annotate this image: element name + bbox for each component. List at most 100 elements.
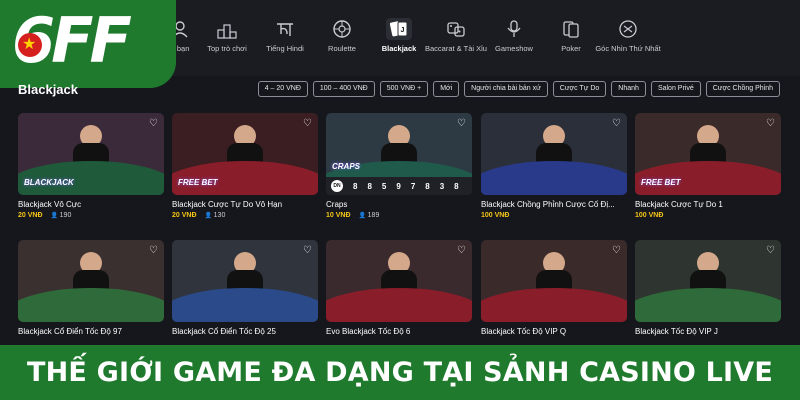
game-meta: 20 VNĐ 👤 190 <box>18 212 164 219</box>
game-card[interactable]: ♡ Blackjack Tốc Độ VIP J <box>635 240 781 336</box>
cards-icon: J <box>386 18 412 40</box>
game-name: Blackjack Cổ Điển Tốc Độ 97 <box>18 327 122 336</box>
favorite-heart-icon[interactable]: ♡ <box>766 245 775 256</box>
hindi-icon <box>277 23 293 36</box>
nav-item-first-person[interactable]: Góc Nhìn Thứ Nhất <box>593 18 663 53</box>
game-name: Evo Blackjack Tốc Độ 6 <box>326 327 411 336</box>
favorite-heart-icon[interactable]: ♡ <box>303 245 312 256</box>
min-bet: 100 VNĐ <box>635 212 664 219</box>
player-count-value: 130 <box>213 212 226 219</box>
filter-chip-4-20[interactable]: 4 – 20 VNĐ <box>257 81 308 97</box>
game-thumbnail[interactable]: ♡ FREE BET <box>172 113 318 195</box>
filter-chip-free-bet[interactable]: Cược Tự Do <box>552 81 607 97</box>
filter-chip-bet-behind[interactable]: Cược Chồng Phỉnh <box>705 81 780 97</box>
filter-chip-new[interactable]: Mới <box>433 81 460 97</box>
min-bet: 20 VNĐ <box>18 212 43 219</box>
filter-chip-100-400[interactable]: 100 – 400 VNĐ <box>312 81 375 97</box>
filter-chip-fast[interactable]: Nhanh <box>611 81 646 97</box>
game-badge: BLACKJACK <box>24 178 74 187</box>
player-icon: 👤 <box>204 213 214 219</box>
game-card[interactable]: ♡ Blackjack Cổ Điển Tốc Độ 97 <box>18 240 164 336</box>
first-person-icon <box>619 20 637 38</box>
filter-chip-salon-prive[interactable]: Salon Privé <box>650 81 701 97</box>
game-name: Blackjack Cổ Điển Tốc Độ 25 <box>172 327 276 336</box>
favorite-heart-icon[interactable]: ♡ <box>457 245 466 256</box>
game-thumbnail[interactable]: ♡ BLACKJACK <box>18 113 164 195</box>
favorite-heart-icon[interactable]: ♡ <box>149 245 158 256</box>
game-meta: 20 VNĐ 👤 130 <box>172 212 318 219</box>
page-title: Blackjack <box>18 82 78 97</box>
game-badge: CRAPS <box>332 162 361 171</box>
table-felt <box>172 287 318 322</box>
favorite-heart-icon[interactable]: ♡ <box>149 118 158 129</box>
filter-chip-native-dealer[interactable]: Người chia bài bản xứ <box>464 81 548 97</box>
game-meta: 100 VNĐ <box>481 212 627 219</box>
game-thumbnail[interactable]: ♡ <box>481 113 627 195</box>
game-thumbnail[interactable]: ♡ <box>635 240 781 322</box>
game-thumbnail[interactable]: ♡ <box>18 240 164 322</box>
vietnam-flag-icon <box>18 33 42 57</box>
game-name: Blackjack Tốc Độ VIP J <box>635 327 718 336</box>
poker-icon <box>563 21 579 38</box>
player-count-value: 189 <box>367 212 380 219</box>
game-name: Blackjack Cược Tự Do 1 <box>635 200 723 209</box>
dice-result: 8 <box>367 181 372 191</box>
game-thumbnail[interactable]: ♡ <box>172 240 318 322</box>
table-felt <box>635 287 781 322</box>
game-card[interactable]: ♡ BLACKJACK Blackjack Vô Cực 20 VNĐ 👤 190 <box>18 113 164 219</box>
dice-result: 5 <box>381 181 387 191</box>
game-card[interactable]: ♡ Blackjack Chồng Phỉnh Cược Cố Đị... 100 … <box>481 113 627 219</box>
player-count: 👤 189 <box>359 212 380 219</box>
game-badge: FREE BET <box>641 178 681 187</box>
player-count: 👤 190 <box>51 212 72 219</box>
game-card[interactable]: ♡ FREE BET Blackjack Cược Tự Do 1 100 VNĐ <box>635 113 781 219</box>
promo-banner: THẾ GIỚI GAME ĐA DẠNG TẠI SẢNH CASINO LI… <box>0 345 800 400</box>
min-bet: 100 VNĐ <box>481 212 510 219</box>
player-count-value: 190 <box>59 212 72 219</box>
filter-chip-500-plus[interactable]: 500 VNĐ + <box>379 81 429 97</box>
game-meta: 10 VNĐ 👤 189 <box>326 212 472 219</box>
player-icon: 👤 <box>50 213 60 219</box>
table-felt <box>18 287 164 322</box>
game-thumbnail[interactable]: ♡ FREE BET <box>635 113 781 195</box>
game-thumbnail[interactable]: ♡ CRAPS DN 8 8 5 9 7 8 3 8 <box>326 113 472 195</box>
game-thumbnail[interactable]: ♡ <box>326 240 472 322</box>
brand-logo[interactable]: 6FF <box>0 0 176 88</box>
filter-chips: 4 – 20 VNĐ 100 – 400 VNĐ 500 VNĐ + Mới N… <box>257 81 780 97</box>
player-icon: 👤 <box>358 213 368 219</box>
dice-icon <box>447 22 465 37</box>
game-thumbnail[interactable]: ♡ <box>481 240 627 322</box>
dice-result: 3 <box>439 181 445 191</box>
roulette-icon <box>333 20 351 38</box>
favorite-heart-icon[interactable]: ♡ <box>766 118 775 129</box>
table-felt <box>481 287 627 322</box>
game-name: Blackjack Cược Tự Do Vô Hạn <box>172 200 283 209</box>
microphone-icon <box>507 20 521 37</box>
min-bet: 20 VNĐ <box>172 212 197 219</box>
dice-result: 8 <box>353 181 358 191</box>
game-name: Craps <box>326 200 348 209</box>
table-felt <box>481 160 627 195</box>
min-bet: 10 VNĐ <box>326 212 351 219</box>
game-card[interactable]: ♡ Blackjack Tốc Độ VIP Q <box>481 240 627 336</box>
favorite-heart-icon[interactable]: ♡ <box>457 118 466 129</box>
game-card[interactable]: ♡ FREE BET Blackjack Cược Tự Do Vô Hạn 20 V… <box>172 113 318 219</box>
game-meta: 100 VNĐ <box>635 212 781 219</box>
svg-text:J: J <box>401 27 405 34</box>
podium-icon <box>217 24 237 39</box>
favorite-heart-icon[interactable]: ♡ <box>612 118 621 129</box>
favorite-heart-icon[interactable]: ♡ <box>612 245 621 256</box>
game-badge: FREE BET <box>178 178 218 187</box>
dice-result: 9 <box>396 181 401 191</box>
table-felt <box>326 287 472 322</box>
dice-result: DN <box>331 180 343 192</box>
game-card[interactable]: ♡ Evo Blackjack Tốc Độ 6 <box>326 240 472 336</box>
game-card[interactable]: ♡ CRAPS DN 8 8 5 9 7 8 3 8 Craps 10 VNĐ 👤 189 <box>326 113 472 219</box>
game-name: Blackjack Chồng Phỉnh Cược Cố Đị... <box>481 200 615 209</box>
dice-result: 8 <box>454 181 459 191</box>
favorite-heart-icon[interactable]: ♡ <box>303 118 312 129</box>
game-name: Blackjack Vô Cực <box>18 200 82 209</box>
dice-results-road: DN 8 8 5 9 7 8 3 8 <box>326 177 472 195</box>
game-name: Blackjack Tốc Độ VIP Q <box>481 327 567 336</box>
game-card[interactable]: ♡ Blackjack Cổ Điển Tốc Độ 25 <box>172 240 318 336</box>
